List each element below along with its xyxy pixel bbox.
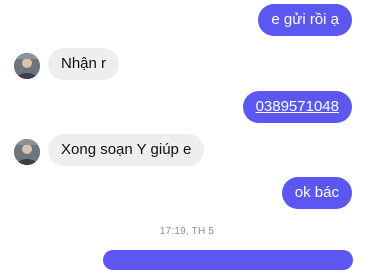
message-bubble-outgoing-partial[interactable]	[103, 250, 353, 270]
message-timestamp: 17:19, TH 5	[159, 226, 215, 237]
message-bubble-incoming[interactable]: Nhận r	[48, 48, 120, 80]
user-avatar-icon	[14, 139, 40, 165]
message-bubble-outgoing[interactable]: e gửi rồi ạ	[258, 4, 352, 36]
message-bubble-outgoing[interactable]: ok bác	[281, 177, 352, 209]
message-bubble-outgoing-link[interactable]: 0389571048	[242, 91, 352, 123]
contact-avatar[interactable]	[14, 53, 40, 79]
message-bubble-incoming[interactable]: Xong soạn Y giúp e	[48, 134, 205, 166]
contact-avatar[interactable]	[14, 139, 40, 165]
user-avatar-icon	[14, 53, 40, 79]
